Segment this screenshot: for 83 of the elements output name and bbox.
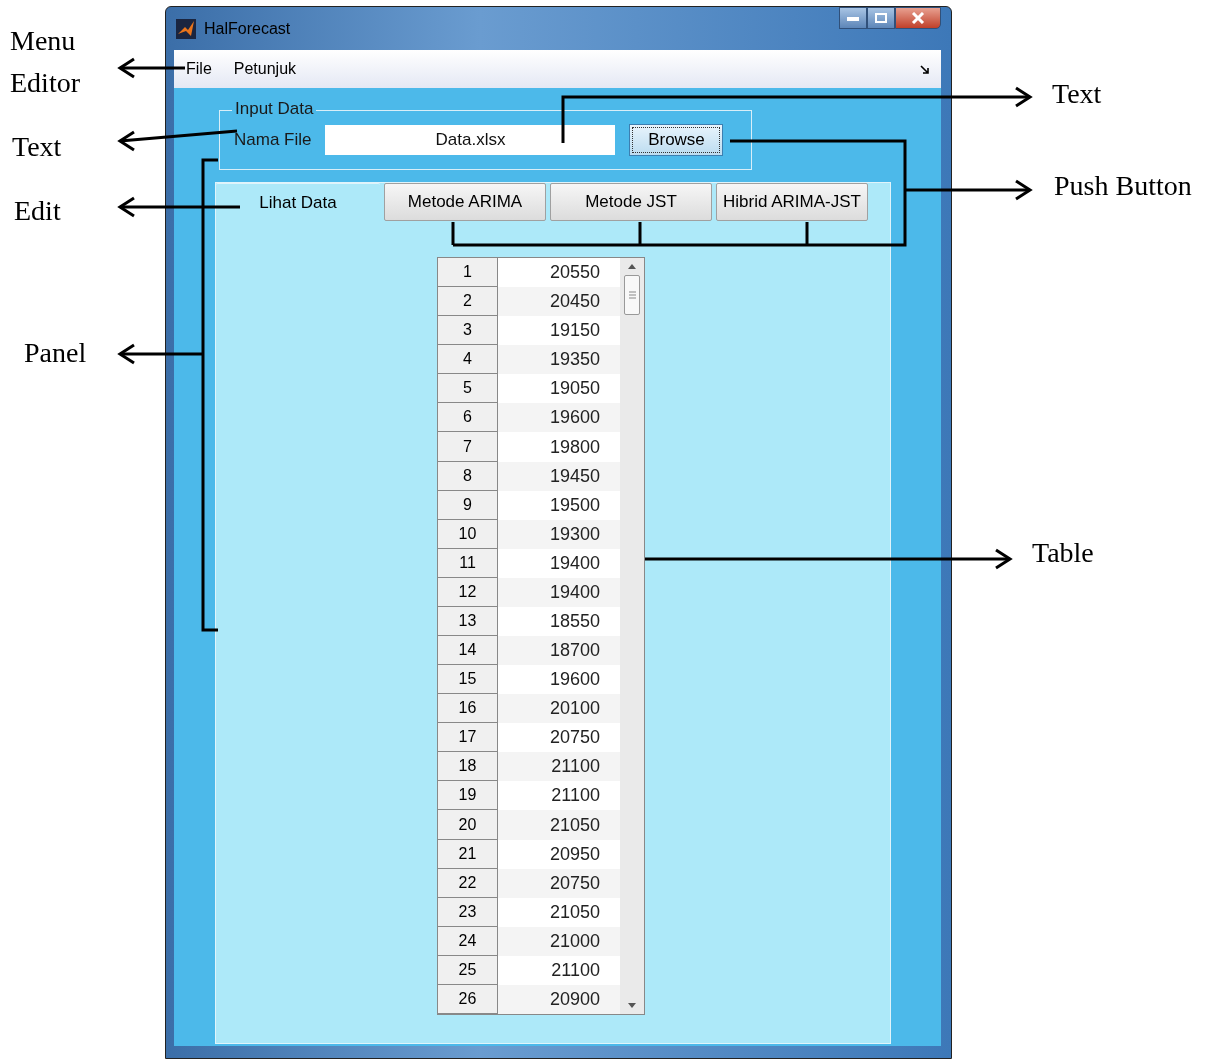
table-cell: 20950 <box>498 839 620 869</box>
row-header-cell: 21 <box>438 839 498 869</box>
row-header-cell: 11 <box>438 548 498 578</box>
close-icon <box>911 12 925 24</box>
table-cell: 19400 <box>498 548 620 578</box>
annotation-label: Panel <box>24 336 87 370</box>
table-cell: 21050 <box>498 810 620 840</box>
file-name-field[interactable]: Data.xlsx <box>325 125 616 155</box>
table-cell: 20900 <box>498 984 620 1015</box>
dock-arrow-icon[interactable] <box>920 64 929 74</box>
table-cell: 20550 <box>498 258 620 288</box>
table-cell: 20450 <box>498 287 620 317</box>
row-header-cell: 4 <box>438 345 498 375</box>
row-header-cell: 18 <box>438 752 498 782</box>
annotation-label: Text <box>12 130 62 164</box>
annotation-label: Menu Editor <box>10 24 81 100</box>
row-header-cell: 16 <box>438 694 498 724</box>
window-title: HalForecast <box>204 19 291 38</box>
table-cell: 21100 <box>498 955 620 985</box>
menu-item[interactable]: File <box>186 60 212 78</box>
row-header-cell: 14 <box>438 636 498 666</box>
grip-icon <box>628 291 636 299</box>
row-header-cell: 26 <box>438 984 498 1015</box>
minimize-icon <box>847 15 859 21</box>
table-cell: 19050 <box>498 374 620 404</box>
table-cell: 19400 <box>498 577 620 607</box>
row-header-cell: 19 <box>438 781 498 811</box>
leader-line <box>117 57 185 79</box>
annotation-label: Table <box>1032 536 1094 570</box>
row-header-cell: 10 <box>438 519 498 549</box>
annotation-label: Edit <box>14 194 61 228</box>
menu-item[interactable]: Petunjuk <box>233 60 297 78</box>
tab[interactable]: Hibrid ARIMA-JST <box>716 183 868 221</box>
row-header-cell: 1 <box>438 258 498 288</box>
scrollbar[interactable] <box>620 258 644 1014</box>
row-header-cell: 5 <box>438 374 498 404</box>
row-header-cell: 24 <box>438 926 498 956</box>
row-header-cell: 12 <box>438 577 498 607</box>
table-cell: 21050 <box>498 897 620 927</box>
row-header-cell: 23 <box>438 897 498 927</box>
browse-button[interactable]: Browse <box>629 124 724 156</box>
field-label: Nama File <box>234 130 312 150</box>
table-cell: 19600 <box>498 665 620 695</box>
table-cell: 18550 <box>498 606 620 636</box>
row-header-cell: 15 <box>438 665 498 695</box>
row-header-cell: 17 <box>438 723 498 753</box>
table-cell: 20100 <box>498 694 620 724</box>
row-header-cell: 3 <box>438 316 498 346</box>
table-cell: 18700 <box>498 636 620 666</box>
table-cell: 20750 <box>498 723 620 753</box>
table-cell: 21100 <box>498 752 620 782</box>
maximize-icon <box>875 13 887 23</box>
table-cell: 19450 <box>498 461 620 491</box>
annotation-label: Push Button <box>1054 169 1192 203</box>
maximize-button[interactable] <box>867 7 895 29</box>
row-header-cell: 13 <box>438 606 498 636</box>
row-header-cell: 20 <box>438 810 498 840</box>
tab[interactable]: Metode JST <box>550 183 712 221</box>
row-header-cell: 8 <box>438 461 498 491</box>
row-header-cell: 25 <box>438 955 498 985</box>
row-header-cell: 9 <box>438 490 498 520</box>
table-cell: 19500 <box>498 490 620 520</box>
table-cell: 19350 <box>498 345 620 375</box>
scroll-down-icon[interactable] <box>628 1003 636 1008</box>
tab[interactable]: Metode ARIMA <box>384 183 546 221</box>
row-header-cell: 2 <box>438 287 498 317</box>
table-cell: 20750 <box>498 868 620 898</box>
close-button[interactable] <box>895 7 941 29</box>
panel-title: Input Data <box>232 99 317 119</box>
app-logo-icon <box>176 18 196 39</box>
table-cell: 19600 <box>498 403 620 433</box>
row-header-cell: 7 <box>438 432 498 462</box>
row-header-cell: 6 <box>438 403 498 433</box>
row-header-cell: 22 <box>438 868 498 898</box>
scroll-up-icon[interactable] <box>628 264 636 269</box>
table-cell: 21100 <box>498 781 620 811</box>
table-cell: 19800 <box>498 432 620 462</box>
table-cell: 19150 <box>498 316 620 346</box>
table-cell: 19300 <box>498 519 620 549</box>
scroll-thumb[interactable] <box>624 275 640 315</box>
minimize-button[interactable] <box>839 7 867 29</box>
table-cell: 21000 <box>498 926 620 956</box>
annotation-label: Text <box>1052 77 1102 111</box>
